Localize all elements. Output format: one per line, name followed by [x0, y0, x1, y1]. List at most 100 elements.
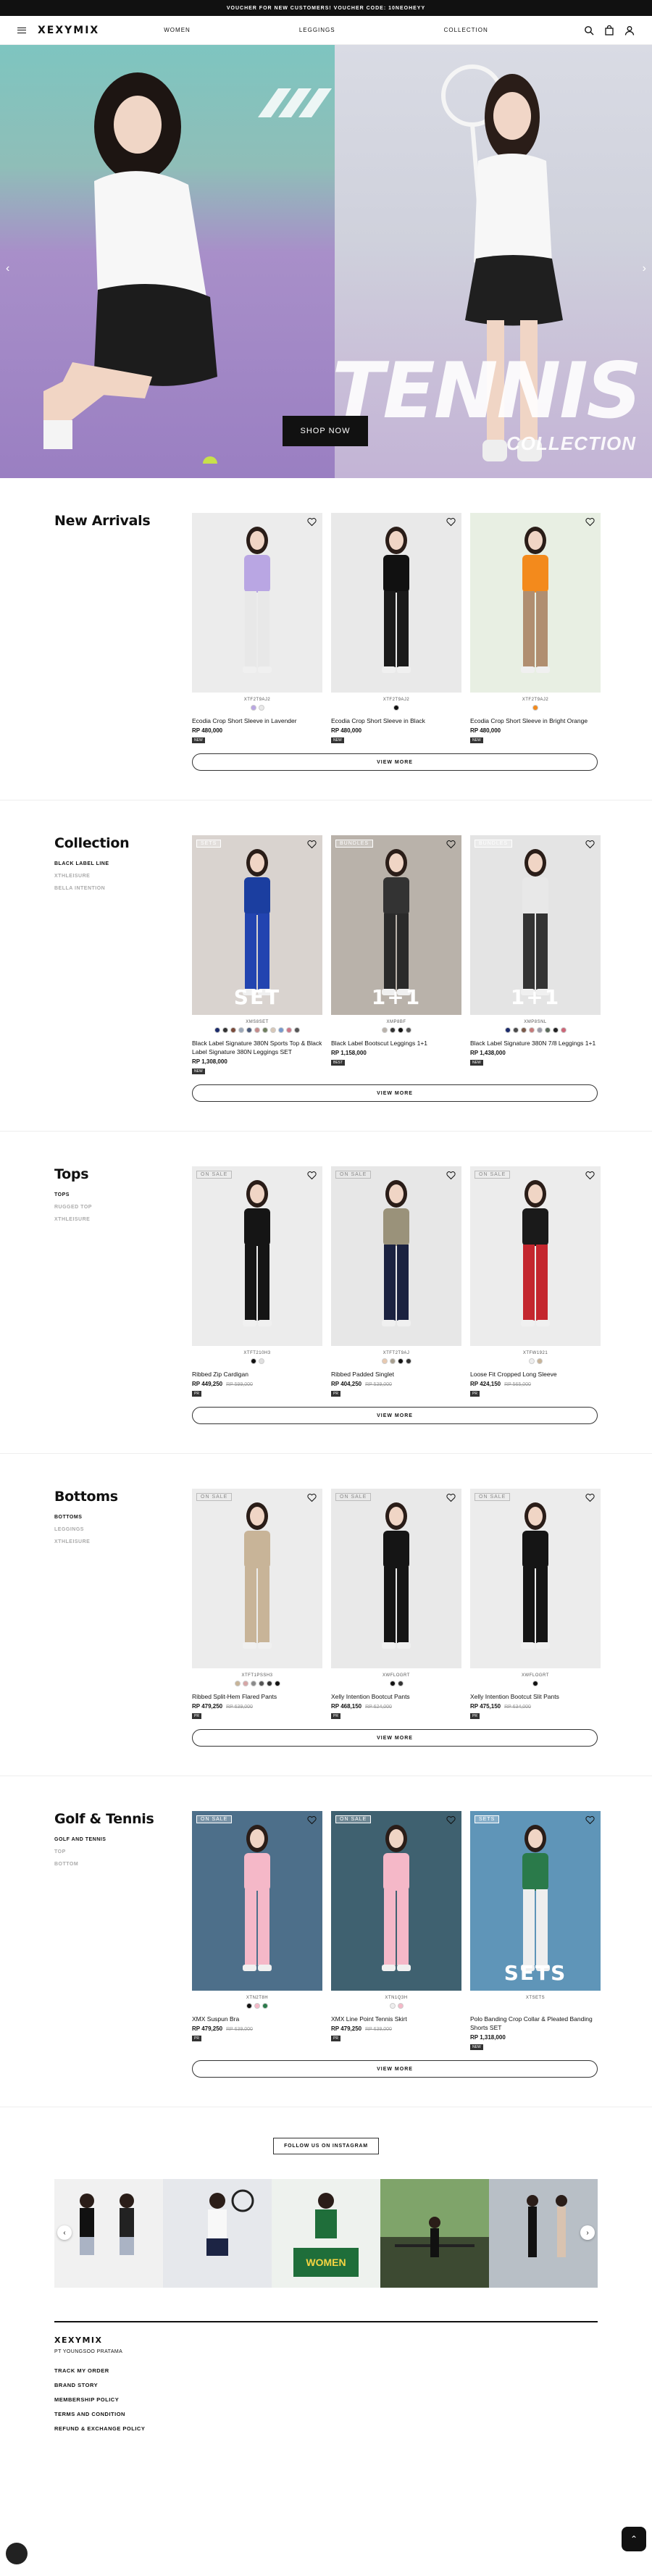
- nav-leggings[interactable]: LEGGINGS: [299, 27, 335, 33]
- product-card[interactable]: ON SALE XTFT1PSSH3 Ribbed Split-Hem Flared…: [192, 1489, 322, 1719]
- color-swatch[interactable]: [405, 1027, 411, 1033]
- subcategory-xthleisure[interactable]: XTHLEISURE: [54, 1539, 192, 1544]
- product-name[interactable]: Ribbed Padded Singlet: [331, 1370, 461, 1379]
- color-swatch[interactable]: [397, 1027, 404, 1033]
- product-name[interactable]: Black Label Signature 380N 7/8 Leggings …: [470, 1039, 601, 1047]
- product-card[interactable]: ON SALE XTFT2T9AJ Ribbed Padded Singlet RP …: [331, 1166, 461, 1397]
- wishlist-heart-icon[interactable]: [585, 1815, 595, 1825]
- subcategory-top[interactable]: TOP: [54, 1849, 192, 1854]
- follow-instagram-button[interactable]: FOLLOW US ON INSTAGRAM: [273, 2138, 379, 2154]
- logo[interactable]: XEXYMIX: [38, 25, 99, 36]
- menu-icon[interactable]: [17, 27, 26, 33]
- color-swatch[interactable]: [254, 2003, 260, 2009]
- wishlist-heart-icon[interactable]: [585, 517, 595, 527]
- product-card[interactable]: XTF2T9AJ2 Ecodia Crop Short Sleeve in Lav…: [192, 513, 322, 743]
- nav-collection[interactable]: COLLECTION: [444, 27, 488, 33]
- subcategory-bella-intention[interactable]: BELLA INTENTION: [54, 886, 192, 891]
- footer-link-refund[interactable]: REFUND & EXCHANGE POLICY: [54, 2425, 598, 2432]
- product-card[interactable]: ON SALE XTFT210H3 Ribbed Zip Cardigan RP 44…: [192, 1166, 322, 1397]
- user-icon[interactable]: [624, 25, 635, 35]
- product-name[interactable]: Xelly Intention Bootcut Slit Pants: [470, 1692, 601, 1701]
- product-image[interactable]: ON SALE: [192, 1489, 322, 1668]
- wishlist-heart-icon[interactable]: [307, 517, 317, 527]
- product-name[interactable]: Xelly Intention Bootcut Pants: [331, 1692, 461, 1701]
- color-swatch[interactable]: [389, 1027, 396, 1033]
- color-swatch[interactable]: [274, 1681, 280, 1686]
- color-swatch[interactable]: [230, 1027, 236, 1033]
- color-swatch[interactable]: [262, 2003, 268, 2009]
- subcategory-leggings[interactable]: LEGGINGS: [54, 1527, 192, 1532]
- wishlist-heart-icon[interactable]: [446, 1493, 456, 1502]
- instagram-post[interactable]: WOMEN: [272, 2179, 380, 2288]
- product-image[interactable]: ON SALE: [331, 1489, 461, 1668]
- color-swatch[interactable]: [536, 1027, 543, 1033]
- product-image[interactable]: SETS SET: [192, 835, 322, 1015]
- wishlist-heart-icon[interactable]: [585, 840, 595, 849]
- product-card[interactable]: XTF2T9AJ2 Ecodia Crop Short Sleeve in Bla…: [331, 513, 461, 743]
- color-swatch[interactable]: [266, 1681, 272, 1686]
- product-image[interactable]: ON SALE: [470, 1166, 601, 1346]
- wishlist-heart-icon[interactable]: [307, 1493, 317, 1502]
- product-card[interactable]: BUNDLES 1+1 XMP8BF Black Label Bootscut Leg…: [331, 835, 461, 1074]
- wishlist-heart-icon[interactable]: [446, 517, 456, 527]
- color-swatch[interactable]: [294, 1027, 300, 1033]
- subcategory-golf-tennis[interactable]: GOLF AND TENNIS: [54, 1837, 192, 1842]
- wishlist-heart-icon[interactable]: [585, 1493, 595, 1502]
- color-swatch[interactable]: [242, 1681, 248, 1686]
- product-name[interactable]: Black Label Signature 380N Sports Top & …: [192, 1039, 322, 1056]
- color-swatch[interactable]: [520, 1027, 527, 1033]
- product-image[interactable]: ON SALE: [331, 1166, 461, 1346]
- product-image[interactable]: ON SALE: [331, 1811, 461, 1991]
- nav-women[interactable]: WOMEN: [164, 27, 191, 33]
- view-more-button[interactable]: VIEW MORE: [192, 1729, 598, 1747]
- prev-arrow-icon[interactable]: ‹: [6, 262, 9, 275]
- product-image[interactable]: ON SALE: [192, 1166, 322, 1346]
- carousel-prev-icon[interactable]: ‹: [57, 2225, 72, 2240]
- color-swatch[interactable]: [381, 1027, 388, 1033]
- color-swatch[interactable]: [246, 2003, 252, 2009]
- color-swatch[interactable]: [512, 1027, 519, 1033]
- color-swatch[interactable]: [544, 1027, 551, 1033]
- product-card[interactable]: BUNDLES 1+1 XMP8SNL Black Label Signature 3…: [470, 835, 601, 1074]
- color-swatch[interactable]: [286, 1027, 292, 1033]
- color-swatch[interactable]: [258, 705, 264, 711]
- product-name[interactable]: Loose Fit Cropped Long Sleeve: [470, 1370, 601, 1379]
- color-swatch[interactable]: [262, 1027, 268, 1033]
- product-card[interactable]: SETS SETS XTSETS Polo Banding Crop Collar &…: [470, 1811, 601, 2050]
- color-swatch[interactable]: [397, 1681, 404, 1686]
- product-name[interactable]: Ecodia Crop Short Sleeve in Black: [331, 716, 461, 725]
- color-swatch[interactable]: [258, 1681, 264, 1686]
- color-swatch[interactable]: [528, 1027, 535, 1033]
- product-name[interactable]: Ecodia Crop Short Sleeve in Bright Orang…: [470, 716, 601, 725]
- product-image[interactable]: [331, 513, 461, 693]
- color-swatch[interactable]: [254, 1027, 260, 1033]
- color-swatch[interactable]: [552, 1027, 559, 1033]
- color-swatch[interactable]: [222, 1027, 228, 1033]
- color-swatch[interactable]: [214, 1027, 220, 1033]
- color-swatch[interactable]: [504, 1027, 511, 1033]
- color-swatch[interactable]: [560, 1027, 567, 1033]
- subcategory-bottoms[interactable]: BOTTOMS: [54, 1515, 192, 1520]
- color-swatch[interactable]: [532, 1681, 538, 1686]
- product-name[interactable]: Black Label Bootscut Leggings 1+1: [331, 1039, 461, 1047]
- color-swatch[interactable]: [528, 1358, 535, 1364]
- shop-now-button[interactable]: SHOP NOW: [283, 416, 368, 446]
- footer-logo[interactable]: XEXYMIX: [54, 2335, 598, 2345]
- subcategory-tops[interactable]: TOPS: [54, 1192, 192, 1197]
- view-more-button[interactable]: VIEW MORE: [192, 1084, 598, 1102]
- footer-link-terms[interactable]: TERMS AND CONDITION: [54, 2411, 598, 2417]
- color-swatch[interactable]: [532, 705, 538, 711]
- product-card[interactable]: ON SALE XTN2T8H XMX Suspun Bra RP 479,250 RP…: [192, 1811, 322, 2050]
- next-arrow-icon[interactable]: ›: [643, 262, 646, 275]
- product-card[interactable]: XTF2T9AJ2 Ecodia Crop Short Sleeve in Bri…: [470, 513, 601, 743]
- subcategory-bottom[interactable]: BOTTOM: [54, 1862, 192, 1867]
- product-card[interactable]: ON SALE XWFLOGRT Xelly Intention Bootcut S…: [470, 1489, 601, 1719]
- product-card[interactable]: SETS SET XMS8SET Black Label Signature 380N…: [192, 835, 322, 1074]
- color-swatch[interactable]: [250, 1681, 256, 1686]
- product-card[interactable]: ON SALE XTFW1921 Loose Fit Cropped Long Sl…: [470, 1166, 601, 1397]
- color-swatch[interactable]: [536, 1358, 543, 1364]
- color-swatch[interactable]: [397, 1358, 404, 1364]
- bag-icon[interactable]: [604, 25, 614, 35]
- carousel-next-icon[interactable]: ›: [580, 2225, 595, 2240]
- product-name[interactable]: XMX Line Point Tennis Skirt: [331, 2015, 461, 2023]
